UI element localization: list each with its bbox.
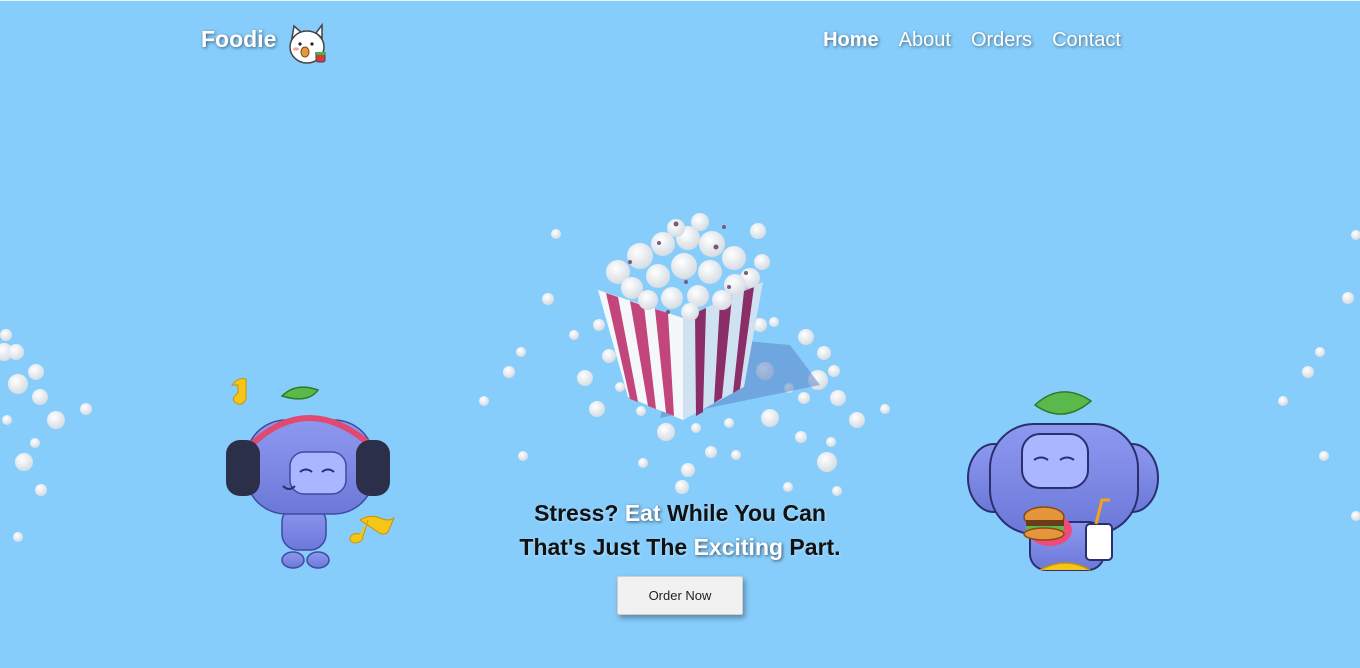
hero-headline-line2: That's Just The Exciting Part. xyxy=(0,530,1360,564)
order-now-button[interactable]: Order Now xyxy=(617,576,743,615)
hero-headline-line1: Stress? Eat While You Can xyxy=(0,496,1360,530)
headline-text: That's Just The xyxy=(519,534,694,560)
hero-illustration xyxy=(0,213,1360,571)
popcorn-bucket xyxy=(598,213,820,420)
headline-text: Stress? xyxy=(534,500,625,526)
headline-highlight: Eat xyxy=(624,500,661,526)
headline-highlight: Exciting xyxy=(693,534,784,560)
headline-text: While You Can xyxy=(660,500,826,526)
headline-text: Part. xyxy=(783,534,841,560)
